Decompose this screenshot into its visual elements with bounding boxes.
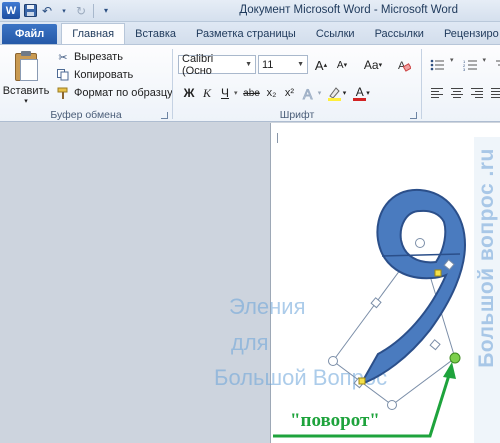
adjust-handle bbox=[434, 269, 442, 277]
side-handle bbox=[429, 339, 441, 351]
corner-handle bbox=[387, 400, 397, 410]
wordart-digit-nine[interactable] bbox=[0, 0, 500, 443]
rotation-annotation-label: "поворот" bbox=[290, 410, 380, 431]
adjust-handle bbox=[358, 377, 366, 385]
digit-nine-shape bbox=[358, 188, 467, 386]
side-handle bbox=[370, 297, 382, 309]
rotation-handle bbox=[449, 352, 461, 364]
corner-handle bbox=[415, 238, 425, 248]
arrow-head bbox=[443, 362, 456, 379]
corner-handle bbox=[328, 356, 338, 366]
